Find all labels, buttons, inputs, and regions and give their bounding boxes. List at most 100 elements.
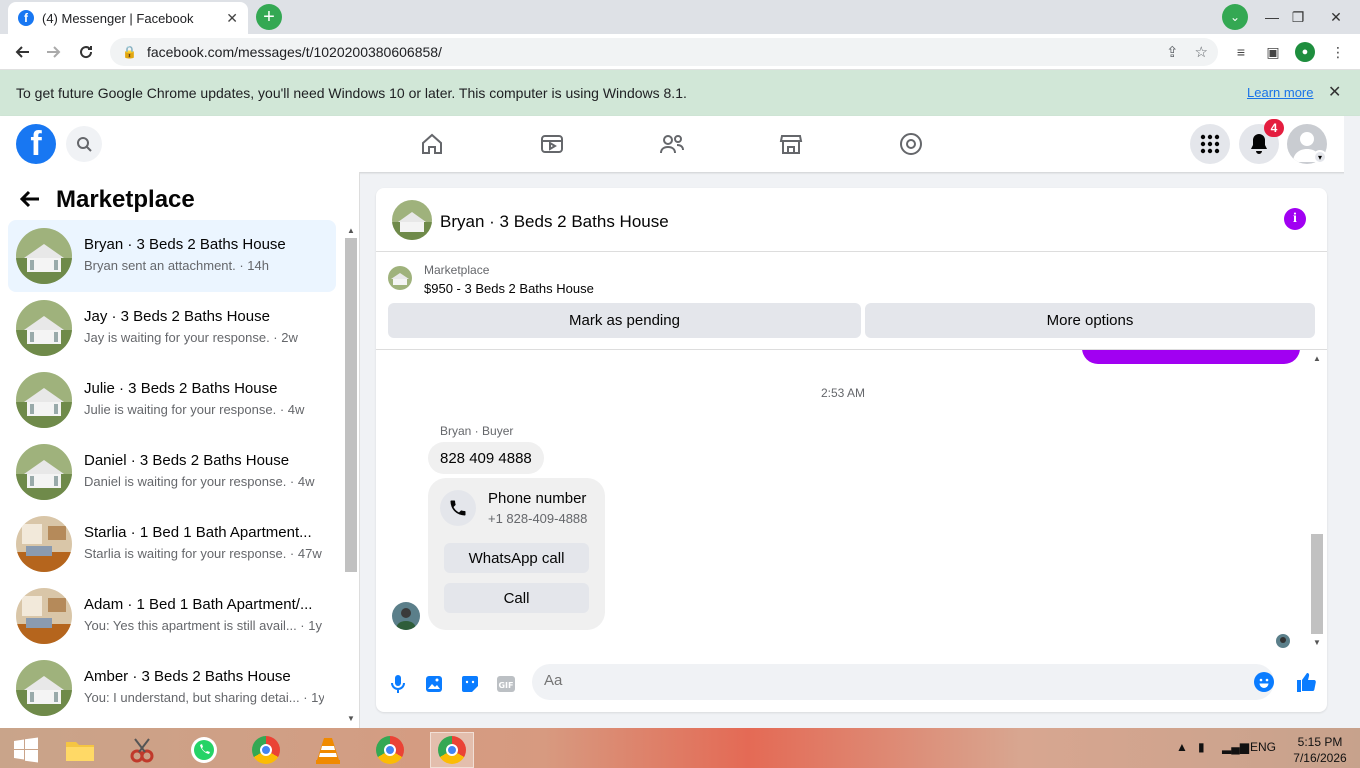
file-explorer-icon[interactable] — [58, 732, 102, 768]
message-input[interactable] — [532, 664, 1274, 700]
whatsapp-call-button[interactable]: WhatsApp call — [444, 543, 589, 573]
share-icon[interactable]: ⇪ — [1166, 43, 1179, 61]
chrome-active-window-icon[interactable] — [430, 732, 474, 768]
side-panel-icon[interactable]: ▣ — [1263, 42, 1283, 62]
tab-search-chevron-icon[interactable]: ⌄ — [1222, 4, 1248, 30]
conversation-name: Jay · 3 Beds 2 Baths House — [84, 308, 270, 325]
chat-header: Bryan · 3 Beds 2 Baths House i — [376, 188, 1327, 252]
thumbs-up-icon[interactable] — [1294, 670, 1318, 694]
bookmark-star-icon[interactable]: ☆ — [1195, 43, 1208, 61]
restore-window-button[interactable]: ❐ — [1280, 0, 1316, 34]
search-icon[interactable] — [66, 126, 102, 162]
clock-date: 7/16/2026 — [1293, 751, 1347, 765]
menu-grid-icon[interactable] — [1190, 124, 1230, 164]
forward-arrow-icon[interactable] — [42, 40, 66, 64]
received-message-bubble: 828 409 4888 — [428, 442, 544, 474]
reload-icon[interactable] — [74, 40, 98, 64]
conversation-name: Julie · 3 Beds 2 Baths House — [84, 380, 278, 397]
conversation-preview: You: Yes this apartment is still avail..… — [84, 618, 322, 633]
reading-list-icon[interactable]: ≡ — [1231, 42, 1251, 62]
battery-power-icon[interactable]: ▮ — [1198, 740, 1205, 754]
gif-icon[interactable]: GIF — [496, 674, 516, 694]
windows-taskbar: ▲ ▮ ▂▄▆ ENG 5:15 PM 7/16/2026 — [0, 728, 1360, 768]
info-icon[interactable]: i — [1284, 208, 1306, 230]
friends-icon[interactable] — [658, 130, 686, 158]
marketplace-store-icon[interactable] — [777, 130, 805, 158]
whatsapp-icon[interactable] — [182, 732, 226, 768]
message-thread: 2:53 AM Bryan · Buyer 828 409 4888 Phone… — [376, 350, 1327, 652]
close-window-button[interactable]: ✕ — [1318, 0, 1354, 34]
network-signal-icon[interactable]: ▂▄▆ — [1222, 740, 1249, 754]
conversation-item[interactable]: Starlia · 1 Bed 1 Bath Apartment... Starl… — [8, 508, 336, 580]
watch-video-icon[interactable] — [538, 130, 566, 158]
listing-banner: Marketplace $950 - 3 Beds 2 Baths House … — [376, 252, 1327, 350]
emoji-icon[interactable] — [1254, 672, 1274, 692]
chrome-profile-s-icon[interactable] — [244, 732, 288, 768]
call-button[interactable]: Call — [444, 583, 589, 613]
chrome-profile-icon[interactable]: ● — [1295, 42, 1315, 62]
page-title: Marketplace — [56, 186, 195, 213]
conversation-item[interactable]: Jay · 3 Beds 2 Baths House Jay is waiting… — [8, 292, 336, 364]
infobar-message: To get future Google Chrome updates, you… — [16, 85, 687, 101]
page-scrollbar[interactable] — [1344, 116, 1360, 728]
back-arrow-icon[interactable] — [10, 40, 34, 64]
url-text: facebook.com/messages/t/1020200380606858… — [146, 44, 442, 60]
phone-icon — [440, 490, 476, 526]
system-clock[interactable]: 5:15 PM 7/16/2026 — [1290, 734, 1350, 766]
show-hidden-icons-icon[interactable]: ▲ — [1176, 740, 1188, 754]
photo-attach-icon[interactable] — [424, 674, 444, 694]
address-bar[interactable]: 🔒 facebook.com/messages/t/10202003806068… — [110, 38, 1218, 66]
facebook-logo-icon[interactable]: f — [16, 124, 56, 164]
listing-price-title[interactable]: $950 - 3 Beds 2 Baths House — [424, 281, 594, 296]
message-thread-scrollbar[interactable]: ▲ ▼ — [1310, 352, 1324, 650]
sender-avatar[interactable] — [392, 602, 420, 630]
microphone-icon[interactable] — [388, 674, 408, 694]
close-tab-icon[interactable]: ✕ — [226, 10, 238, 27]
conversation-name: Starlia · 1 Bed 1 Bath Apartment... — [84, 524, 312, 541]
conversation-name: Amber · 3 Beds 2 Baths House — [84, 668, 291, 685]
message-input-field[interactable] — [544, 672, 1234, 689]
home-icon[interactable] — [418, 130, 446, 158]
clock-time: 5:15 PM — [1297, 735, 1343, 749]
input-language[interactable]: ENG — [1250, 740, 1276, 754]
conversation-name: Bryan · 3 Beds 2 Baths House — [84, 236, 286, 253]
conversation-list-scrollbar[interactable]: ▲ ▼ — [344, 222, 358, 723]
sender-label: Bryan · Buyer — [440, 424, 514, 438]
listing-thumbnail — [16, 372, 72, 428]
chat-panel: Bryan · 3 Beds 2 Baths House i Marketpla… — [376, 188, 1327, 712]
gaming-icon[interactable] — [897, 130, 925, 158]
close-infobar-icon[interactable]: ✕ — [1328, 82, 1341, 102]
account-chevron-icon[interactable]: ▾ — [1313, 150, 1327, 164]
listing-avatar[interactable] — [392, 200, 432, 240]
snipping-tool-icon[interactable] — [120, 732, 164, 768]
back-arrow-icon[interactable] — [19, 188, 40, 214]
listing-thumbnail — [16, 588, 72, 644]
windows-start-icon[interactable] — [4, 732, 48, 768]
more-options-button[interactable]: More options — [865, 303, 1315, 338]
seen-indicator-avatar — [1276, 634, 1290, 648]
conversation-item[interactable]: Adam · 1 Bed 1 Bath Apartment/... You: Ye… — [8, 580, 336, 652]
sticker-icon[interactable] — [460, 674, 480, 694]
mark-as-pending-button[interactable]: Mark as pending — [388, 303, 861, 338]
conversation-preview: Jay is waiting for your response. · 2w — [84, 330, 298, 345]
conversation-item[interactable]: Bryan · 3 Beds 2 Baths House Bryan sent a… — [8, 220, 336, 292]
conversation-preview: Julie is waiting for your response. · 4w — [84, 402, 305, 417]
browser-tab[interactable]: f (4) Messenger | Facebook ✕ — [8, 2, 248, 34]
listing-thumbnail — [16, 228, 72, 284]
conversation-item[interactable]: Julie · 3 Beds 2 Baths House Julie is wai… — [8, 364, 336, 436]
learn-more-link[interactable]: Learn more — [1247, 85, 1313, 100]
listing-thumbnail[interactable] — [388, 266, 412, 290]
conversation-item[interactable]: Daniel · 3 Beds 2 Baths House Daniel is w… — [8, 436, 336, 508]
new-tab-button[interactable]: + — [256, 4, 282, 30]
conversation-preview: You: I understand, but sharing detai... … — [84, 690, 324, 705]
facebook-header: f 4 ▾ — [0, 116, 1360, 172]
vlc-icon[interactable] — [306, 732, 350, 768]
conversation-item[interactable]: Amber · 3 Beds 2 Baths House You: I under… — [8, 652, 336, 724]
conversation-name: Adam · 1 Bed 1 Bath Apartment/... — [84, 596, 313, 613]
message-composer: GIF — [376, 664, 1327, 704]
chrome-profile-a-icon[interactable] — [368, 732, 412, 768]
chat-title[interactable]: Bryan · 3 Beds 2 Baths House — [440, 212, 669, 232]
chrome-menu-icon[interactable]: ⋮ — [1328, 42, 1348, 62]
conversation-name: Daniel · 3 Beds 2 Baths House — [84, 452, 290, 469]
marketplace-inbox: Marketplace Bryan · 3 Beds 2 Baths House… — [0, 172, 360, 728]
